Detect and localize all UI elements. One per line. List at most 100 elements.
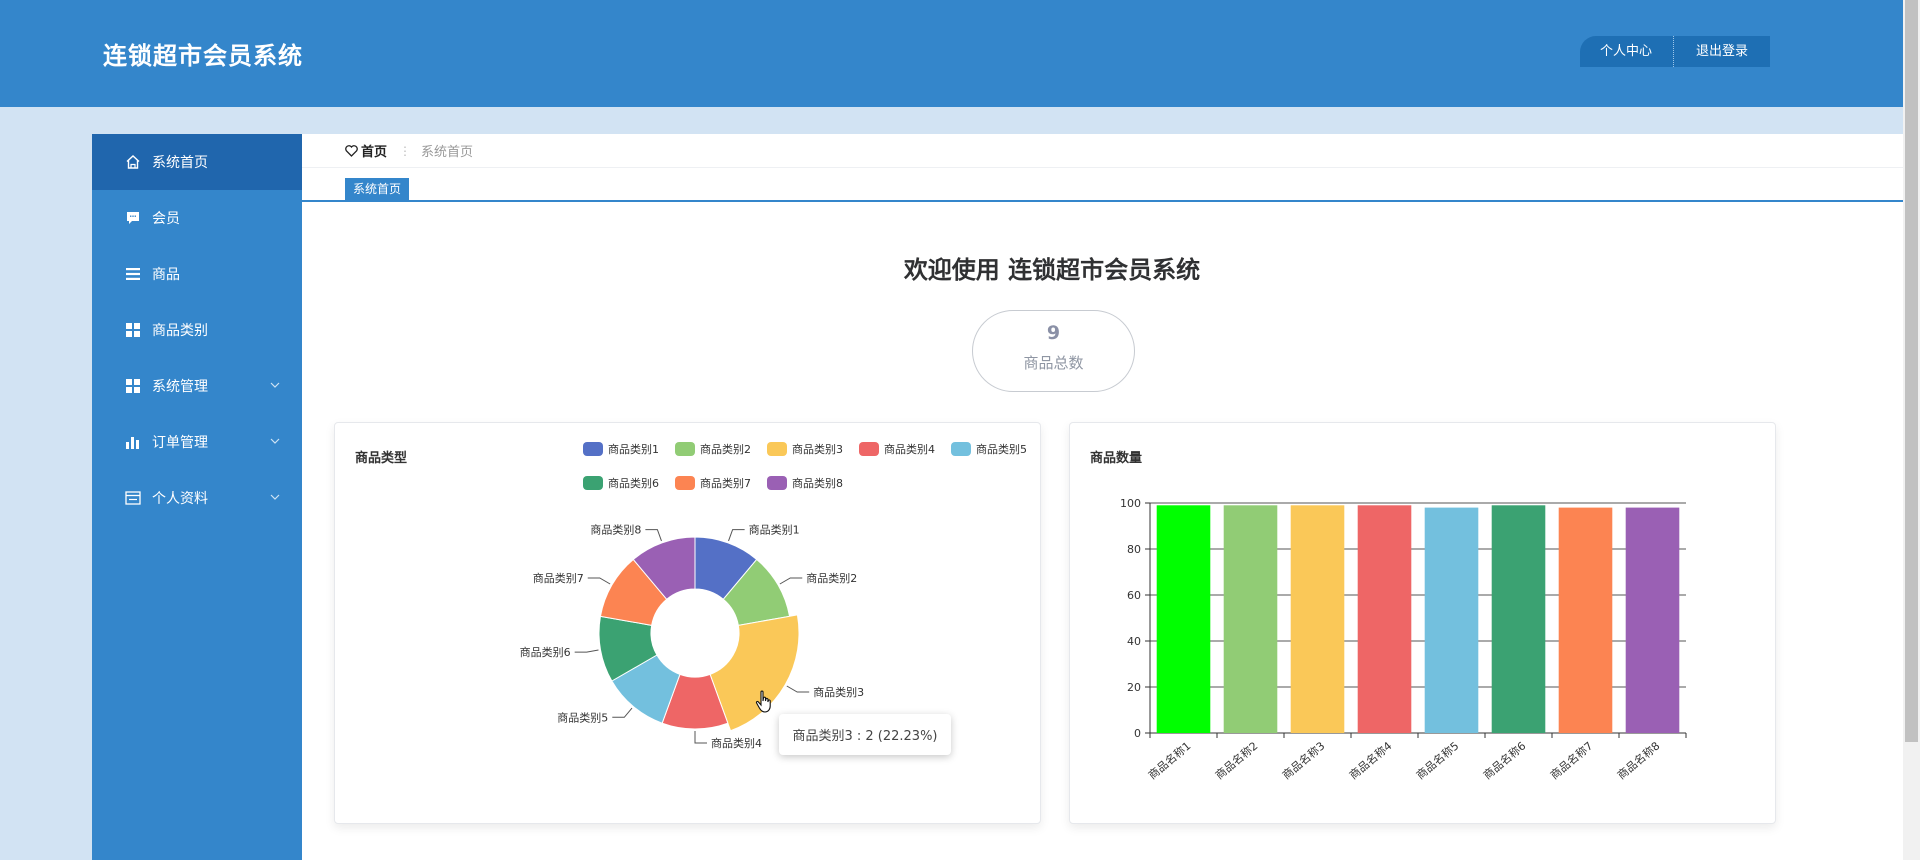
legend-label: 商品类别2	[700, 442, 751, 456]
pie-label: 商品类别3	[813, 685, 864, 699]
sidebar-item-order-management[interactable]: 订单管理	[92, 414, 302, 470]
product-total-card: 9 商品总数	[972, 310, 1135, 392]
legend-item[interactable]: 商品类别6	[583, 476, 659, 490]
bar[interactable]	[1156, 505, 1211, 733]
pie-label-line	[587, 577, 611, 585]
pie-label: 商品类别7	[533, 571, 584, 585]
legend-swatch	[767, 476, 787, 490]
y-tick-label: 20	[1127, 681, 1141, 694]
legend-item[interactable]: 商品类别5	[951, 442, 1027, 456]
welcome-title: 欢迎使用 连锁超市会员系统	[903, 256, 1201, 284]
bar[interactable]	[1223, 505, 1278, 733]
sidebar: 系统首页 会员 商品 商品类别 系统管理 订单管理 个人资料	[92, 134, 302, 860]
legend-item[interactable]: 商品类别7	[675, 476, 751, 490]
sidebar-item-system-management[interactable]: 系统管理	[92, 358, 302, 414]
pie-label: 商品类别1	[749, 523, 800, 537]
pie-label-line	[779, 577, 803, 585]
breadcrumb-home[interactable]: 首页	[345, 141, 387, 160]
legend-label: 商品类别6	[608, 476, 659, 490]
bar-chart-icon	[124, 433, 142, 451]
home-icon	[124, 153, 142, 171]
legend-swatch	[583, 476, 603, 490]
pie-label: 商品类别5	[557, 710, 608, 724]
legend-label: 商品类别7	[700, 476, 751, 490]
sidebar-item-profile[interactable]: 个人资料	[92, 470, 302, 526]
legend-label: 商品类别4	[884, 442, 935, 456]
list-icon	[124, 265, 142, 283]
chevron-down-icon	[270, 378, 280, 391]
x-tick-label: 商品名称4	[1346, 739, 1394, 783]
sidebar-item-label: 个人资料	[152, 491, 208, 507]
bar-chart[interactable]: 0 20 40 60 80 100 商品名称1 商品名称2 商品名称3 商品名称4 商品名称5 商品名…	[1070, 423, 1777, 825]
pie-label: 商品类别2	[806, 571, 857, 585]
tab-bar: 系统首页	[302, 168, 1903, 202]
scrollbar-thumb[interactable]	[1905, 0, 1918, 742]
bar[interactable]	[1625, 507, 1680, 733]
legend-label: 商品类别1	[608, 442, 659, 456]
chevron-down-icon	[270, 490, 280, 503]
breadcrumb-current: 系统首页	[421, 145, 474, 160]
legend-label: 商品类别3	[792, 442, 843, 456]
grid-icon	[124, 377, 142, 395]
sidebar-item-label: 系统首页	[152, 155, 208, 171]
bar[interactable]	[1290, 505, 1345, 733]
x-tick-label: 商品名称8	[1614, 739, 1662, 783]
legend-item[interactable]: 商品类别4	[859, 442, 935, 456]
sidebar-item-label: 订单管理	[152, 435, 208, 451]
tab-home[interactable]: 系统首页	[345, 178, 410, 200]
app-title: 连锁超市会员系统	[103, 42, 303, 70]
bar-chart-card: 商品数量 0 20 40 60 80 100 商品名称1 商品名称2 商品名称3 商品名称4 商品名…	[1069, 422, 1776, 824]
x-tick-label: 商品名称2	[1212, 739, 1260, 783]
logout-button[interactable]: 退出登录	[1674, 36, 1771, 67]
pie-label-line	[728, 529, 745, 542]
hand-cursor-icon	[755, 690, 771, 713]
sidebar-item-home[interactable]: 系统首页	[92, 134, 302, 190]
pie-label-line	[574, 649, 599, 653]
legend-swatch	[767, 442, 787, 456]
sidebar-item-label: 商品类别	[152, 323, 208, 339]
y-tick-label: 80	[1127, 543, 1141, 556]
x-tick-label: 商品名称7	[1547, 739, 1595, 783]
chat-icon	[124, 209, 142, 227]
legend-item[interactable]: 商品类别3	[767, 442, 843, 456]
pie-label: 商品类别8	[590, 523, 641, 537]
top-nav: 个人中心 退出登录	[1580, 36, 1771, 67]
product-total-value: 9	[1046, 322, 1061, 344]
x-tick-label: 商品名称3	[1279, 739, 1327, 783]
sidebar-item-product-categories[interactable]: 商品类别	[92, 302, 302, 358]
personal-center-button[interactable]: 个人中心	[1580, 36, 1675, 67]
pie-chart-card: 商品类型 商品类别1 商品类别2 商品类别3 商品类别4 商品类别5 商品类别6 商品类别7…	[334, 422, 1041, 824]
sidebar-item-label: 会员	[152, 211, 180, 227]
pie-label-line	[645, 529, 662, 542]
chevron-down-icon	[270, 434, 280, 447]
pie-chart[interactable]: 商品类别1 商品类别2 商品类别3 商品类别4 商品类别5 商品类别6 商品类别7 商品类别8…	[335, 423, 1042, 825]
legend-item[interactable]: 商品类别1	[583, 442, 659, 456]
pie-label-line	[612, 707, 633, 718]
legend-item[interactable]: 商品类别2	[675, 442, 751, 456]
legend-label: 商品类别5	[976, 442, 1027, 456]
pie-tooltip: 商品类别3 : 2 (22.23%)	[779, 714, 951, 755]
pie-label-line	[786, 685, 810, 693]
sidebar-item-label: 系统管理	[152, 379, 208, 395]
page-scrollbar[interactable]	[1903, 0, 1920, 860]
bar[interactable]	[1491, 505, 1546, 733]
breadcrumb-home-label: 首页	[361, 145, 388, 160]
dashboard: 欢迎使用 连锁超市会员系统 9 商品总数 商品类型 商品类别1 商品类别2 商品类别…	[302, 202, 1802, 860]
x-tick-label: 商品名称1	[1145, 739, 1193, 783]
bar[interactable]	[1424, 507, 1479, 733]
sidebar-item-members[interactable]: 会员	[92, 190, 302, 246]
product-total-label: 商品总数	[1023, 354, 1084, 372]
heart-icon	[345, 144, 358, 157]
main-content: 首页 ⋮ 系统首页 系统首页 欢迎使用 连锁超市会员系统 9 商品总数 商品类型…	[302, 134, 1903, 860]
legend-item[interactable]: 商品类别8	[767, 476, 843, 490]
y-tick-label: 40	[1127, 635, 1141, 648]
pie-label: 商品类别6	[520, 645, 571, 659]
bar[interactable]	[1357, 505, 1412, 733]
top-header: 连锁超市会员系统 个人中心 退出登录	[0, 0, 1903, 107]
pie-label: 商品类别4	[711, 736, 762, 750]
y-tick-label: 0	[1134, 727, 1141, 740]
bar[interactable]	[1558, 507, 1613, 733]
legend-label: 商品类别8	[792, 476, 843, 490]
sidebar-item-products[interactable]: 商品	[92, 246, 302, 302]
legend-swatch	[951, 442, 971, 456]
